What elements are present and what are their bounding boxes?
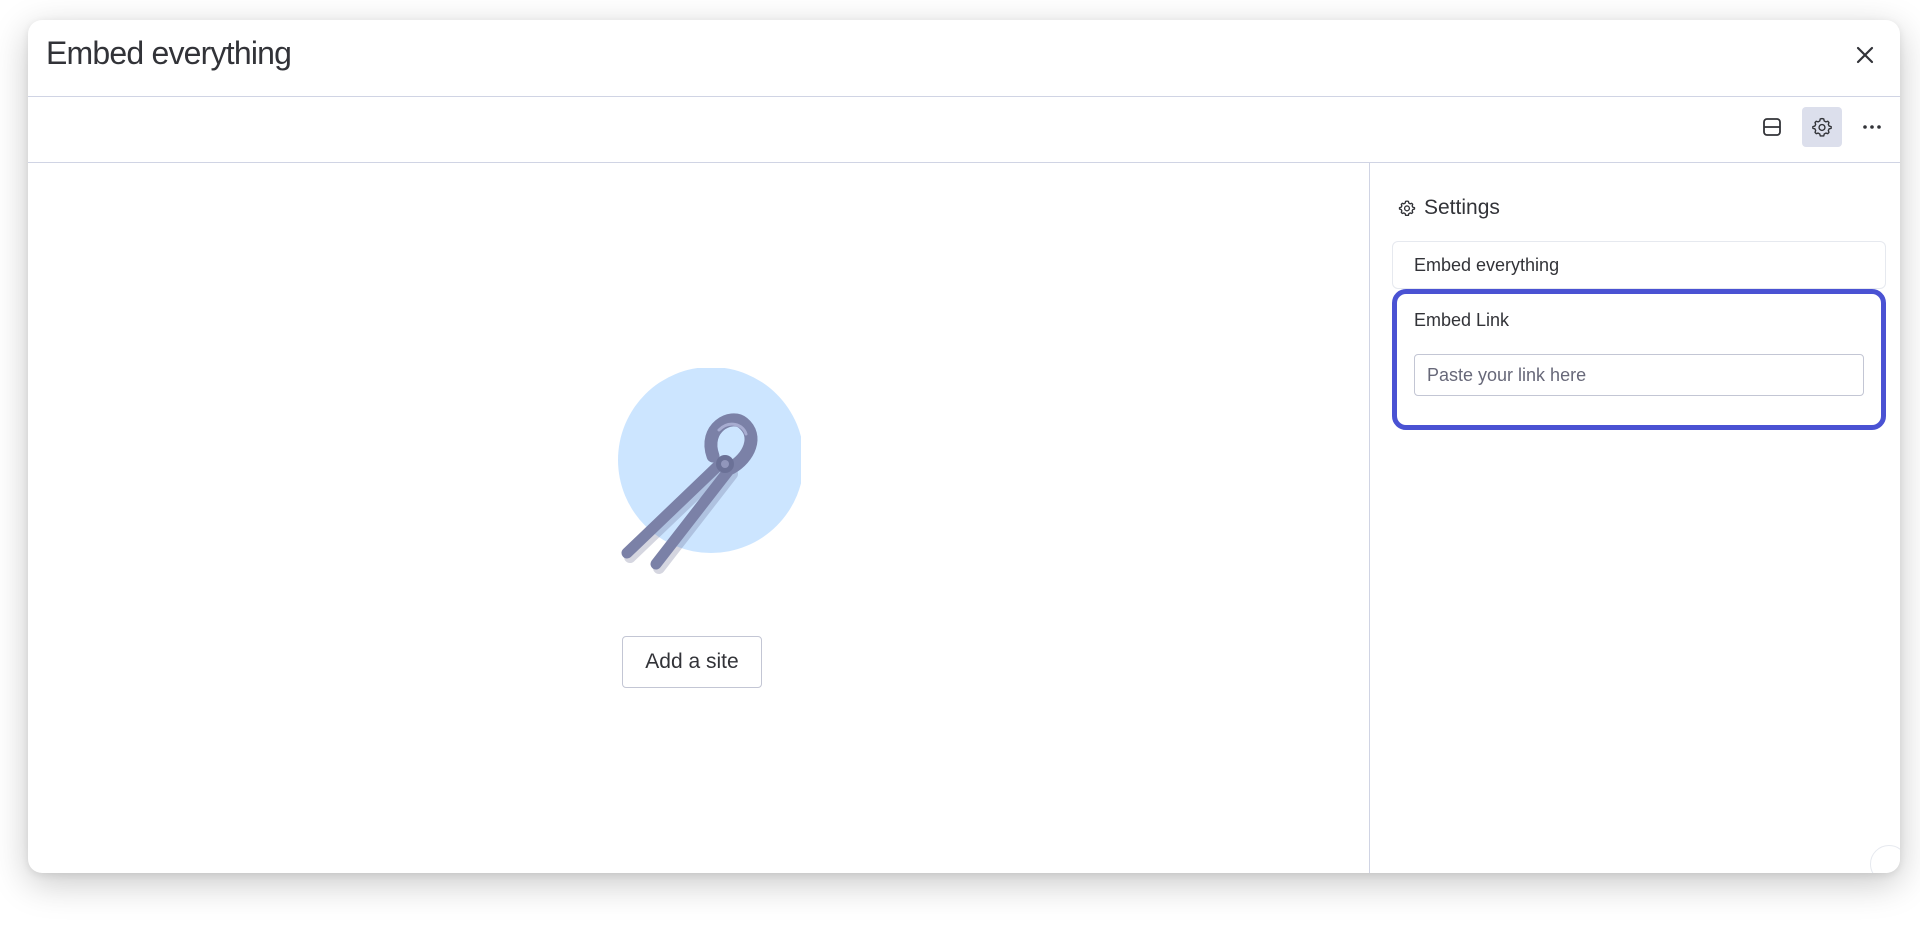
embed-modal: Embed everything Add a site Settings Emb…	[28, 20, 1900, 873]
settings-panel: Settings Embed everything Embed Link	[1369, 163, 1900, 873]
more-horizontal-icon	[1863, 125, 1881, 129]
widget-name-field[interactable]: Embed everything	[1392, 241, 1886, 289]
modal-header: Embed everything	[28, 20, 1900, 97]
layout-icon	[1763, 118, 1781, 136]
close-icon	[1856, 46, 1874, 64]
settings-title: Settings	[1424, 196, 1500, 219]
settings-header: Settings	[1398, 196, 1500, 220]
embed-link-input[interactable]	[1414, 354, 1864, 396]
close-button[interactable]	[1848, 38, 1882, 72]
widget-main-area: Add a site	[28, 163, 1368, 873]
add-site-button[interactable]: Add a site	[622, 636, 762, 688]
gear-icon	[1398, 200, 1416, 217]
gear-icon	[1812, 117, 1832, 137]
help-badge[interactable]	[1870, 845, 1900, 873]
layout-button[interactable]	[1752, 107, 1792, 147]
more-button[interactable]	[1852, 107, 1892, 147]
widget-toolbar	[28, 97, 1900, 163]
embed-link-section: Embed Link	[1392, 289, 1886, 430]
embed-link-label: Embed Link	[1414, 310, 1510, 330]
settings-button[interactable]	[1802, 107, 1842, 147]
pliers-icon	[618, 367, 804, 574]
modal-title: Embed everything	[46, 35, 292, 71]
empty-state-illustration	[591, 367, 804, 578]
